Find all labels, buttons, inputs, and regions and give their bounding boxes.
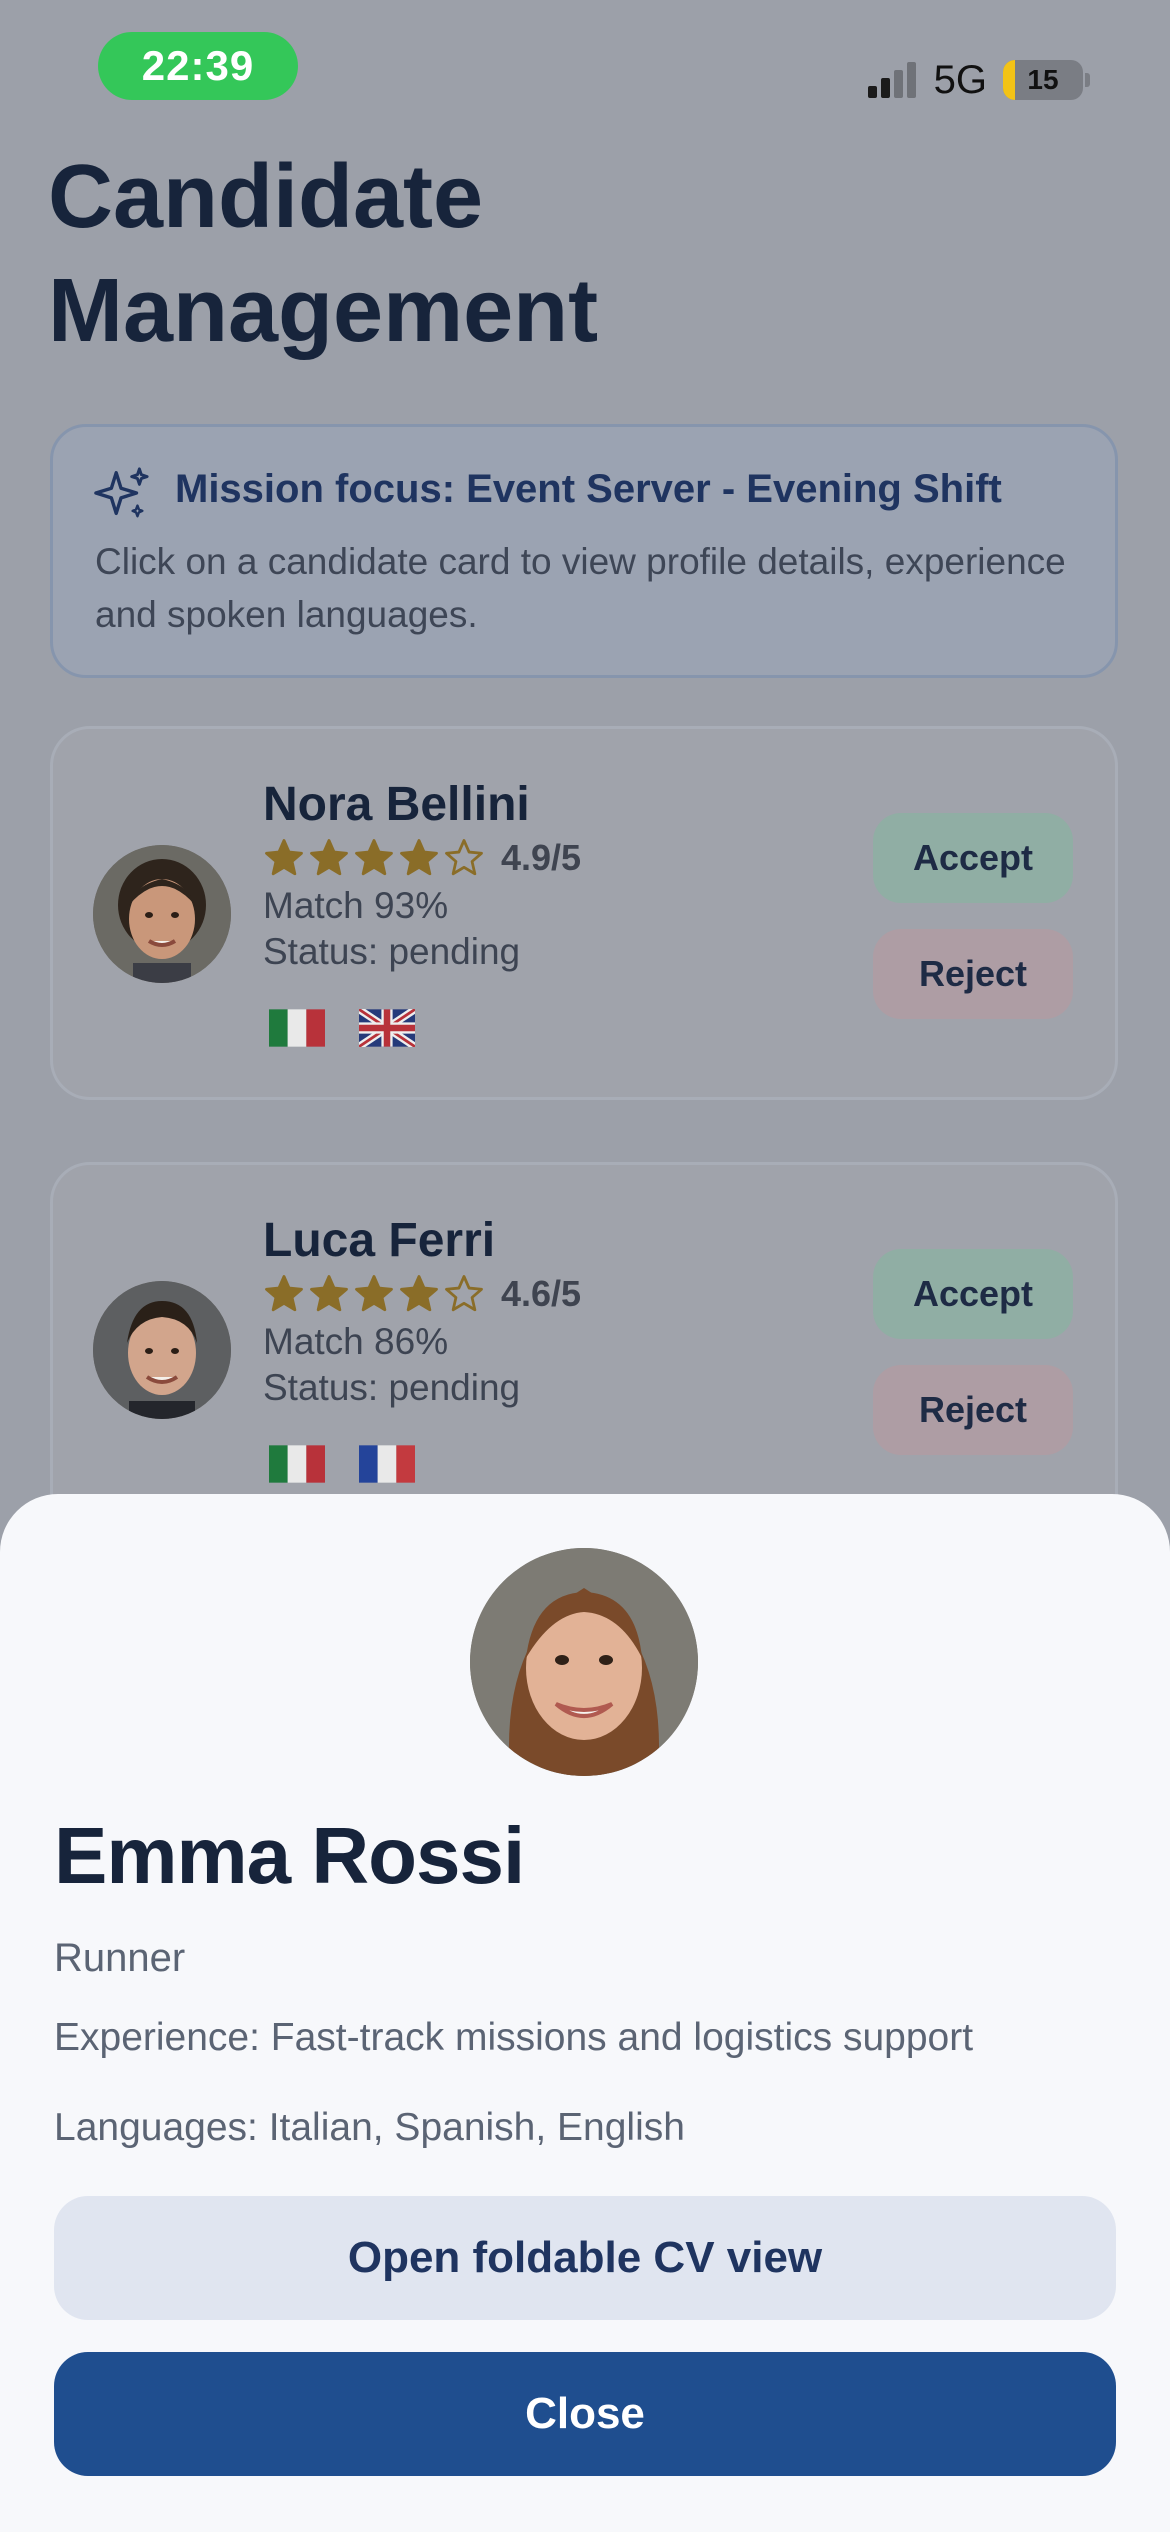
language-flags [269,1009,415,1047]
battery-icon: 15 [1003,60,1083,100]
candidate-card[interactable]: Nora Bellini 4.9/5 Match 93% Status: pen… [50,726,1118,1100]
candidate-card[interactable]: Luca Ferri 4.6/5 Match 86% Status: pendi… [50,1162,1118,1536]
star-filled-icon [310,839,348,876]
battery-level: 15 [1027,64,1059,95]
profile-experience: Experience: Fast-track missions and logi… [54,2016,974,2059]
language-flags [269,1445,415,1483]
network-label: 5G [933,57,987,102]
rating-value: 4.9/5 [501,837,582,878]
star-filled-icon [265,1275,303,1312]
flag-france-icon [359,1445,415,1483]
flag-italy-icon [269,1445,325,1483]
star-filled-icon [400,839,438,876]
candidate-avatar [93,1281,231,1419]
mission-title: Mission focus: Event Server - Evening Sh… [175,467,1002,511]
candidate-status: Status: pending [263,931,521,972]
star-filled-icon [265,839,303,876]
close-button[interactable]: Close [54,2352,1116,2476]
flag-uk-icon [359,1009,415,1047]
page-title: Candidate Management [48,147,599,361]
profile-avatar [470,1548,698,1776]
star-filled-icon [355,1275,393,1312]
star-filled-icon [355,839,393,876]
star-rating [263,837,485,879]
sparkle-icon [94,467,149,518]
rating-value: 4.6/5 [501,1273,582,1314]
candidate-name: Luca Ferri [263,1214,496,1267]
candidate-status: Status: pending [263,1367,521,1408]
star-empty-icon [445,839,483,876]
star-empty-icon [445,1275,483,1312]
profile-languages: Languages: Italian, Spanish, English [54,2106,685,2149]
reject-button[interactable]: Reject [873,1365,1073,1455]
rating-row: 4.6/5 [263,1273,581,1315]
mission-description: Click on a candidate card to view profil… [95,541,1066,635]
reject-button[interactable]: Reject [873,929,1073,1019]
accept-button[interactable]: Accept [873,813,1073,903]
accept-button[interactable]: Accept [873,1249,1073,1339]
flag-italy-icon [269,1009,325,1047]
candidate-name: Nora Bellini [263,778,530,831]
candidate-avatar [93,845,231,983]
star-filled-icon [400,1275,438,1312]
candidate-detail-sheet: Emma Rossi Runner Experience: Fast-track… [0,1494,1170,2532]
match-score: Match 86% [263,1321,449,1362]
star-rating [263,1273,485,1315]
rating-row: 4.9/5 [263,837,581,879]
status-time: 22:39 [98,32,298,100]
profile-role: Runner [54,1936,186,1980]
match-score: Match 93% [263,885,449,926]
profile-name: Emma Rossi [54,1811,525,1900]
open-cv-button[interactable]: Open foldable CV view [54,2196,1116,2320]
screen: 22:39 5G 15 Candidate Management Mission… [0,0,1170,2532]
status-indicators: 5G 15 [867,40,1090,120]
star-filled-icon [310,1275,348,1312]
signal-icon [867,62,916,98]
mission-card: Mission focus: Event Server - Evening Sh… [50,424,1118,678]
